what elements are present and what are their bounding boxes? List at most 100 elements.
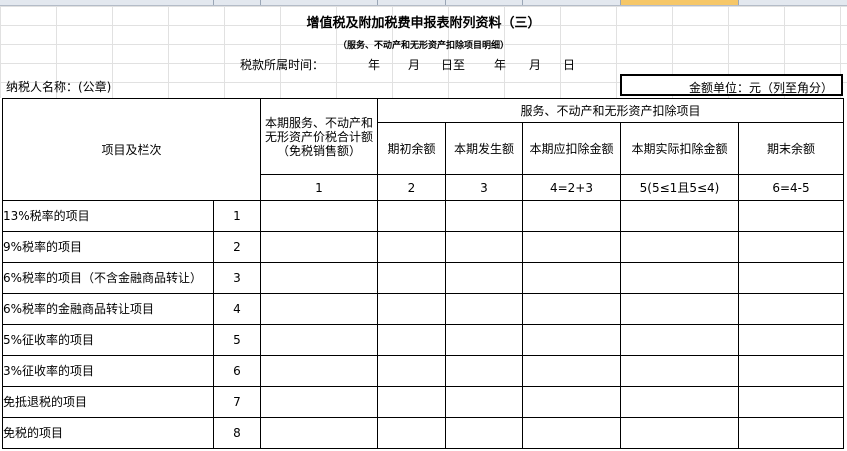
data-cell[interactable] bbox=[738, 200, 844, 232]
data-cell[interactable] bbox=[445, 293, 523, 325]
table-row: 6%税率的金融商品转让项目 4 bbox=[2, 293, 844, 325]
row-line-number[interactable]: 3 bbox=[213, 262, 261, 294]
row-line-number[interactable]: 6 bbox=[213, 355, 261, 387]
col-number-5[interactable]: 5(5≤1且5≤4) bbox=[620, 174, 739, 201]
row-label[interactable]: 5%征收率的项目 bbox=[2, 324, 214, 356]
deductible-amount-header[interactable]: 本期应扣除金额 bbox=[522, 122, 621, 175]
column-divider bbox=[377, 0, 378, 5]
data-cell[interactable] bbox=[738, 324, 844, 356]
data-cell[interactable] bbox=[522, 386, 621, 418]
data-cell[interactable] bbox=[377, 355, 446, 387]
column-divider bbox=[445, 0, 446, 5]
period-year-end[interactable]: 年 bbox=[494, 56, 506, 73]
col-number-2[interactable]: 2 bbox=[377, 174, 446, 201]
deduction-items-table: 项目及栏次 本期服务、不动产和无形资产价税合计额（免税销售额） 服务、不动产和无… bbox=[2, 98, 844, 449]
row-label[interactable]: 9%税率的项目 bbox=[2, 231, 214, 263]
data-cell[interactable] bbox=[522, 293, 621, 325]
row-line-number[interactable]: 8 bbox=[213, 417, 261, 449]
column-divider bbox=[738, 0, 739, 5]
row-label[interactable]: 3%征收率的项目 bbox=[2, 355, 214, 387]
report-title[interactable]: 增值税及附加税费申报表附列资料（三） bbox=[0, 12, 847, 31]
data-cell[interactable] bbox=[620, 386, 739, 418]
data-cell[interactable] bbox=[377, 324, 446, 356]
data-cell[interactable] bbox=[445, 355, 523, 387]
col-number-1[interactable]: 1 bbox=[260, 174, 378, 201]
row-label[interactable]: 6%税率的项目（不含金融商品转让） bbox=[2, 262, 214, 294]
column-divider bbox=[620, 0, 621, 5]
data-cell[interactable] bbox=[738, 386, 844, 418]
data-cell[interactable] bbox=[260, 262, 378, 294]
actual-deduction-header[interactable]: 本期实际扣除金额 bbox=[620, 122, 739, 175]
closing-balance-header[interactable]: 期末余额 bbox=[738, 122, 844, 175]
data-cell[interactable] bbox=[377, 200, 446, 232]
taxpayer-name-label[interactable]: 纳税人名称：(公章) bbox=[6, 78, 111, 95]
row-line-number[interactable]: 4 bbox=[213, 293, 261, 325]
period-month-start[interactable]: 月 bbox=[408, 56, 420, 73]
row-label[interactable]: 6%税率的金融商品转让项目 bbox=[2, 293, 214, 325]
data-cell[interactable] bbox=[620, 324, 739, 356]
data-cell[interactable] bbox=[738, 293, 844, 325]
data-cell[interactable] bbox=[445, 417, 523, 449]
data-cell[interactable] bbox=[445, 386, 523, 418]
data-cell[interactable] bbox=[522, 417, 621, 449]
deduction-group-header[interactable]: 服务、不动产和无形资产扣除项目 bbox=[377, 98, 844, 123]
data-cell[interactable] bbox=[620, 231, 739, 263]
data-cell[interactable] bbox=[620, 293, 739, 325]
data-cell[interactable] bbox=[445, 324, 523, 356]
data-cell[interactable] bbox=[260, 417, 378, 449]
data-cell[interactable] bbox=[377, 417, 446, 449]
data-cell[interactable] bbox=[260, 324, 378, 356]
row-line-number[interactable]: 1 bbox=[213, 200, 261, 232]
data-cell[interactable] bbox=[522, 262, 621, 294]
period-day-end[interactable]: 日 bbox=[563, 56, 575, 73]
data-cell[interactable] bbox=[620, 417, 739, 449]
col-number-3[interactable]: 3 bbox=[445, 174, 523, 201]
data-cell[interactable] bbox=[260, 200, 378, 232]
data-cell[interactable] bbox=[522, 231, 621, 263]
data-cell[interactable] bbox=[260, 355, 378, 387]
data-cell[interactable] bbox=[377, 293, 446, 325]
data-cell[interactable] bbox=[445, 231, 523, 263]
report-subtitle[interactable]: （服务、不动产和无形资产扣除项目明细） bbox=[0, 38, 847, 51]
period-label[interactable]: 税款所属时间： bbox=[240, 56, 324, 73]
amount-unit-cell[interactable]: 金额单位：元（列至角分） bbox=[620, 74, 843, 96]
row-line-number[interactable]: 7 bbox=[213, 386, 261, 418]
col-number-6[interactable]: 6=4-5 bbox=[738, 174, 844, 201]
data-cell[interactable] bbox=[260, 386, 378, 418]
data-cell[interactable] bbox=[620, 200, 739, 232]
data-cell[interactable] bbox=[377, 231, 446, 263]
data-cell[interactable] bbox=[738, 262, 844, 294]
row-label[interactable]: 13%税率的项目 bbox=[2, 200, 214, 232]
current-amount-header[interactable]: 本期发生额 bbox=[445, 122, 523, 175]
data-cell[interactable] bbox=[738, 417, 844, 449]
item-and-line-header[interactable]: 项目及栏次 bbox=[2, 98, 261, 201]
row-line-number[interactable]: 5 bbox=[213, 324, 261, 356]
data-cell[interactable] bbox=[522, 324, 621, 356]
row-line-number[interactable]: 2 bbox=[213, 231, 261, 263]
table-row: 免抵退税的项目 7 bbox=[2, 386, 844, 418]
table-row: 13%税率的项目 1 bbox=[2, 200, 844, 232]
data-cell[interactable] bbox=[620, 355, 739, 387]
data-cell[interactable] bbox=[620, 262, 739, 294]
period-month-end[interactable]: 月 bbox=[529, 56, 541, 73]
period-day-to[interactable]: 日至 bbox=[441, 56, 465, 73]
col-number-4[interactable]: 4=2+3 bbox=[522, 174, 621, 201]
data-cell[interactable] bbox=[522, 200, 621, 232]
data-cell[interactable] bbox=[260, 231, 378, 263]
opening-balance-header[interactable]: 期初余额 bbox=[377, 122, 446, 175]
data-cell[interactable] bbox=[522, 355, 621, 387]
row-label[interactable]: 免抵退税的项目 bbox=[2, 386, 214, 418]
data-cell[interactable] bbox=[260, 293, 378, 325]
data-cell[interactable] bbox=[377, 386, 446, 418]
table-row: 免税的项目 8 bbox=[2, 417, 844, 449]
table-row: 3%征收率的项目 6 bbox=[2, 355, 844, 387]
col1-header[interactable]: 本期服务、不动产和无形资产价税合计额（免税销售额） bbox=[260, 98, 378, 175]
data-cell[interactable] bbox=[445, 262, 523, 294]
data-cell[interactable] bbox=[738, 355, 844, 387]
amount-unit-label: 金额单位：元（列至角分） bbox=[688, 81, 833, 95]
data-cell[interactable] bbox=[377, 262, 446, 294]
data-cell[interactable] bbox=[738, 231, 844, 263]
row-label[interactable]: 免税的项目 bbox=[2, 417, 214, 449]
period-year-start[interactable]: 年 bbox=[368, 56, 380, 73]
data-cell[interactable] bbox=[445, 200, 523, 232]
